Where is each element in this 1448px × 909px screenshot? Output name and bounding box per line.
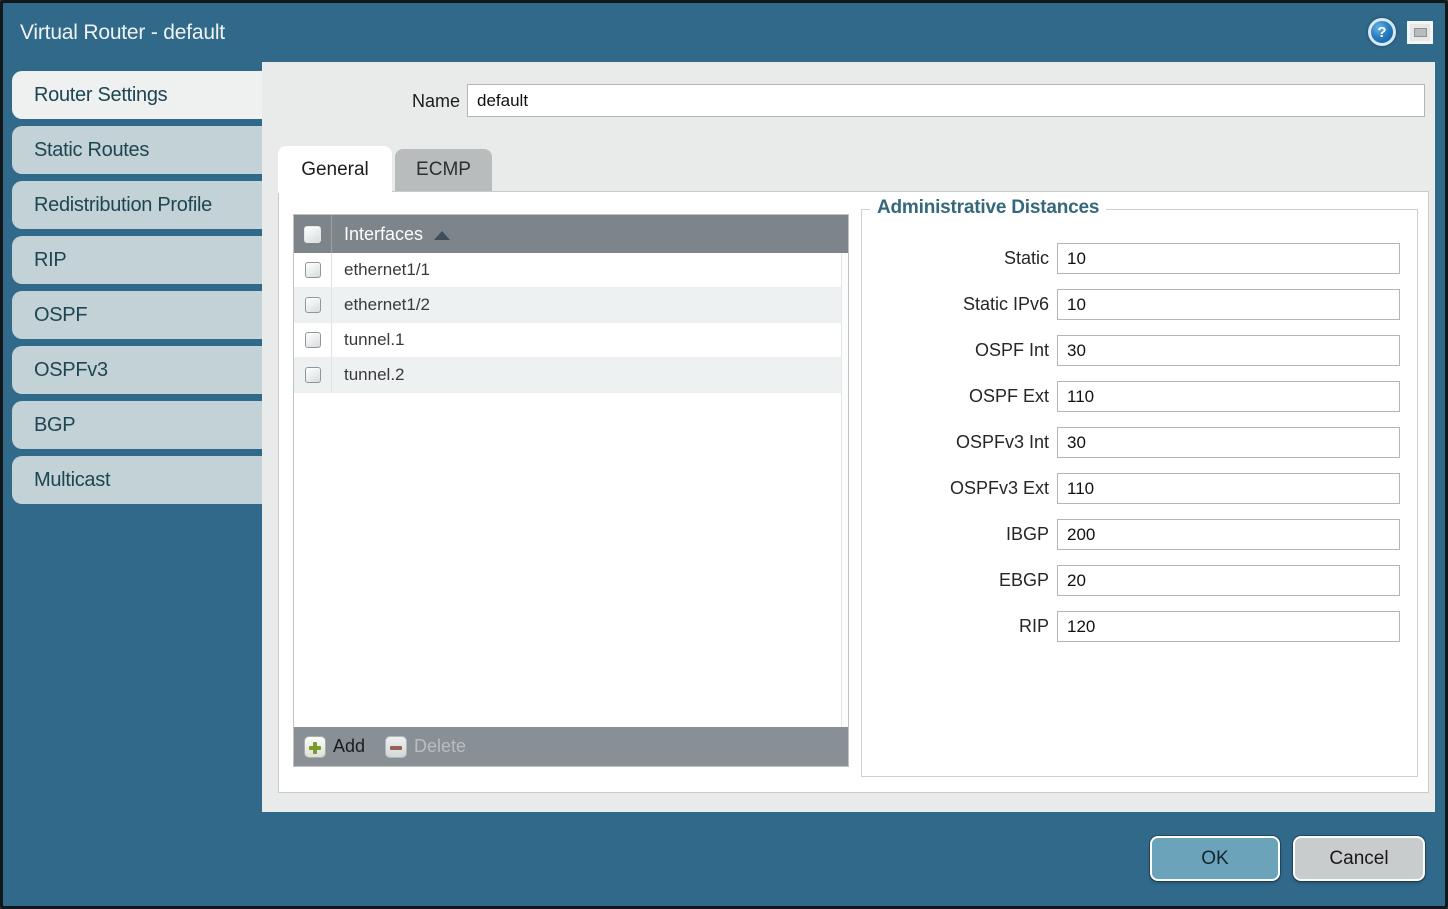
cancel-button[interactable]: Cancel: [1293, 836, 1425, 881]
ospf-ext-label: OSPF Ext: [864, 386, 1049, 407]
table-row[interactable]: tunnel.1: [294, 323, 848, 358]
maximize-glyph: [1414, 28, 1427, 37]
ok-button[interactable]: OK: [1150, 836, 1280, 881]
virtual-router-dialog: Virtual Router - default ? Router Settin…: [0, 0, 1448, 909]
row-checkbox[interactable]: [305, 367, 321, 383]
sidebar-item-label: Multicast: [34, 469, 110, 492]
row-checkbox[interactable]: [305, 262, 321, 278]
field-row-ospfv3-int: OSPFv3 Int: [864, 427, 1417, 458]
ospfv3-int-label: OSPFv3 Int: [864, 432, 1049, 453]
field-row-rip: RIP: [864, 611, 1417, 642]
row-checkbox-cell: [294, 253, 332, 287]
general-tab-panel: Interfaces ethernet1/1 ethernet1/2 tunne: [278, 191, 1429, 793]
sidebar-item-rip[interactable]: RIP: [12, 236, 262, 284]
sidebar-item-label: RIP: [34, 249, 66, 272]
delete-button-label: Delete: [414, 736, 466, 757]
title-bar: Virtual Router - default ?: [3, 3, 1445, 62]
static-label: Static: [864, 248, 1049, 269]
interface-name: ethernet1/1: [332, 260, 430, 280]
table-row[interactable]: tunnel.2: [294, 358, 848, 393]
sidebar-item-label: Static Routes: [34, 139, 149, 162]
help-glyph: ?: [1377, 24, 1386, 41]
sidebar-item-multicast[interactable]: Multicast: [12, 456, 262, 504]
title-bar-icons: ?: [1368, 18, 1433, 46]
interface-name: tunnel.1: [332, 330, 405, 350]
static-ipv6-label: Static IPv6: [864, 294, 1049, 315]
interfaces-column-header: Interfaces: [332, 224, 423, 245]
sidebar-item-label: Router Settings: [34, 84, 167, 107]
sidebar-item-router-settings[interactable]: Router Settings: [12, 71, 262, 119]
field-row-ospfv3-ext: OSPFv3 Ext: [864, 473, 1417, 504]
table-row[interactable]: ethernet1/1: [294, 253, 848, 288]
ebgp-input[interactable]: [1057, 565, 1400, 596]
fieldset-title: Administrative Distances: [870, 197, 1106, 219]
sidebar-item-redistribution-profile[interactable]: Redistribution Profile: [12, 181, 262, 229]
delete-button[interactable]: Delete: [385, 736, 466, 758]
field-row-ibgp: IBGP: [864, 519, 1417, 550]
delete-icon: [385, 736, 407, 758]
ibgp-input[interactable]: [1057, 519, 1400, 550]
ospfv3-ext-label: OSPFv3 Ext: [864, 478, 1049, 499]
static-ipv6-input[interactable]: [1057, 289, 1400, 320]
name-field-label: Name: [362, 91, 460, 112]
field-row-ebgp: EBGP: [864, 565, 1417, 596]
interfaces-rows: ethernet1/1 ethernet1/2 tunnel.1 tunnel.…: [294, 253, 848, 727]
ok-button-label: OK: [1201, 848, 1228, 870]
sidebar-item-label: OSPFv3: [34, 359, 108, 382]
row-checkbox[interactable]: [305, 332, 321, 348]
interface-name: ethernet1/2: [332, 295, 430, 315]
row-checkbox-cell: [294, 358, 332, 392]
sidebar-item-static-routes[interactable]: Static Routes: [12, 126, 262, 174]
row-checkbox[interactable]: [305, 297, 321, 313]
name-input[interactable]: [467, 84, 1425, 117]
sidebar: Router Settings Static Routes Redistribu…: [3, 62, 262, 906]
sidebar-item-label: BGP: [34, 414, 75, 437]
tab-general[interactable]: General: [278, 146, 392, 193]
rip-label: RIP: [864, 616, 1049, 637]
select-all-checkbox[interactable]: [304, 226, 321, 243]
interface-name: tunnel.2: [332, 365, 405, 385]
field-row-static-ipv6: Static IPv6: [864, 289, 1417, 320]
sidebar-item-label: OSPF: [34, 304, 87, 327]
help-icon[interactable]: ?: [1368, 18, 1396, 46]
dialog-title: Virtual Router - default: [20, 21, 225, 45]
ospfv3-int-input[interactable]: [1057, 427, 1400, 458]
maximize-icon[interactable]: [1407, 21, 1433, 44]
content-area: Name General ECMP Interfaces ethernet1/1: [262, 62, 1435, 812]
add-icon: [304, 736, 326, 758]
select-all-cell: [294, 215, 332, 253]
table-row[interactable]: ethernet1/2: [294, 288, 848, 323]
ospf-int-label: OSPF Int: [864, 340, 1049, 361]
tab-ecmp[interactable]: ECMP: [395, 149, 492, 191]
interfaces-table: Interfaces ethernet1/1 ethernet1/2 tunne: [293, 214, 849, 767]
administrative-distances-fieldset: Administrative Distances Static Static I…: [861, 209, 1418, 777]
row-checkbox-cell: [294, 323, 332, 357]
add-button-label: Add: [333, 736, 365, 757]
interfaces-toolbar: Add Delete: [294, 727, 848, 766]
ibgp-label: IBGP: [864, 524, 1049, 545]
tab-general-label: General: [301, 159, 369, 181]
sidebar-item-ospf[interactable]: OSPF: [12, 291, 262, 339]
ebgp-label: EBGP: [864, 570, 1049, 591]
static-input[interactable]: [1057, 243, 1400, 274]
sidebar-item-label: Redistribution Profile: [34, 194, 212, 217]
add-button[interactable]: Add: [304, 736, 365, 758]
ospf-int-input[interactable]: [1057, 335, 1400, 366]
sort-ascending-icon: [434, 231, 450, 240]
field-row-ospf-int: OSPF Int: [864, 335, 1417, 366]
sidebar-item-bgp[interactable]: BGP: [12, 401, 262, 449]
rip-input[interactable]: [1057, 611, 1400, 642]
ospfv3-ext-input[interactable]: [1057, 473, 1400, 504]
tab-ecmp-label: ECMP: [416, 159, 471, 181]
interfaces-table-header[interactable]: Interfaces: [294, 215, 848, 253]
table-scrollbar[interactable]: [841, 253, 848, 727]
cancel-button-label: Cancel: [1329, 848, 1388, 870]
field-row-ospf-ext: OSPF Ext: [864, 381, 1417, 412]
row-checkbox-cell: [294, 288, 332, 322]
sidebar-item-ospfv3[interactable]: OSPFv3: [12, 346, 262, 394]
ospf-ext-input[interactable]: [1057, 381, 1400, 412]
field-row-static: Static: [864, 243, 1417, 274]
